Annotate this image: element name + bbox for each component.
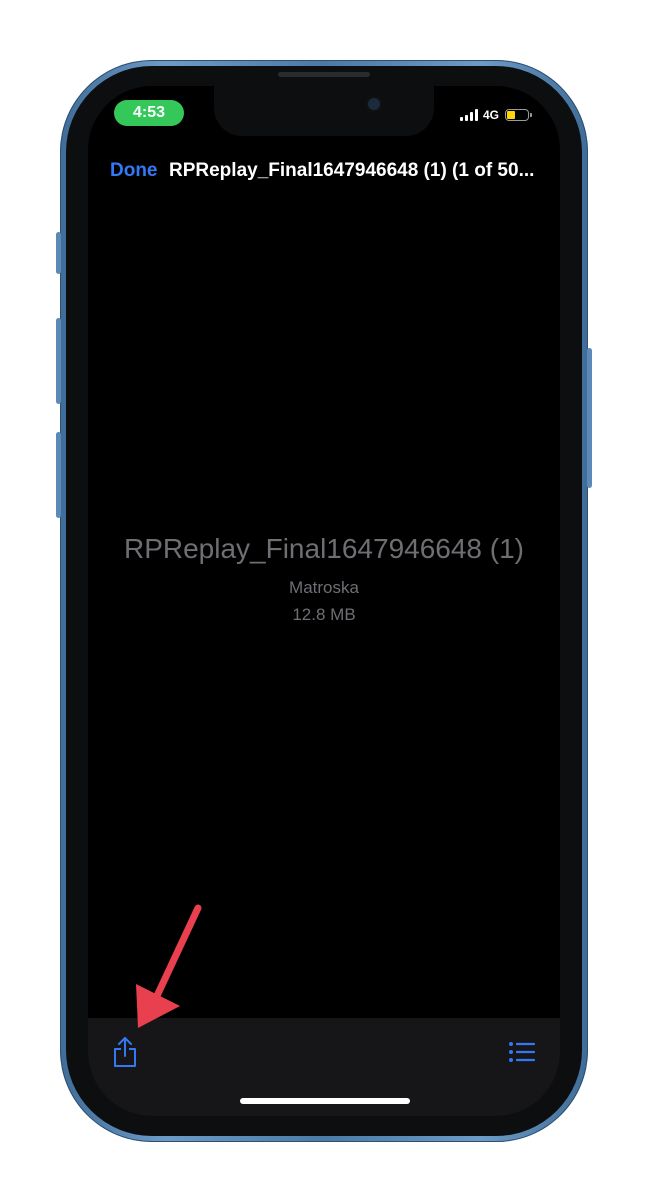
share-icon[interactable] (112, 1036, 138, 1068)
status-indicators: 4G (460, 107, 533, 123)
battery-icon (505, 109, 533, 121)
home-indicator[interactable] (240, 1098, 410, 1104)
power-button (587, 348, 592, 488)
earpiece-speaker (278, 72, 370, 77)
list-icon[interactable] (508, 1040, 536, 1064)
mute-switch (56, 232, 61, 274)
file-info: RPReplay_Final1647946648 (1) Matroska 12… (88, 532, 560, 625)
volume-up-button (56, 318, 61, 404)
notch (214, 86, 434, 136)
status-time[interactable]: 4:53 (114, 100, 184, 126)
file-name: RPReplay_Final1647946648 (1) (123, 533, 525, 564)
file-size: 12.8 MB (292, 605, 356, 624)
document-title: RPReplay_Final1647946648 (1) (1 of 50... (169, 160, 535, 181)
network-type: 4G (483, 108, 500, 122)
cellular-signal-icon (460, 109, 478, 121)
battery-level (507, 111, 516, 119)
done-button[interactable]: Done (110, 160, 158, 182)
navigation-bar: Done RPReplay_Final1647946648 (1) (1 of … (88, 150, 560, 192)
front-camera (368, 98, 380, 110)
volume-down-button (56, 432, 61, 518)
annotation-arrow (136, 904, 202, 1028)
file-type: Matroska (289, 578, 359, 597)
